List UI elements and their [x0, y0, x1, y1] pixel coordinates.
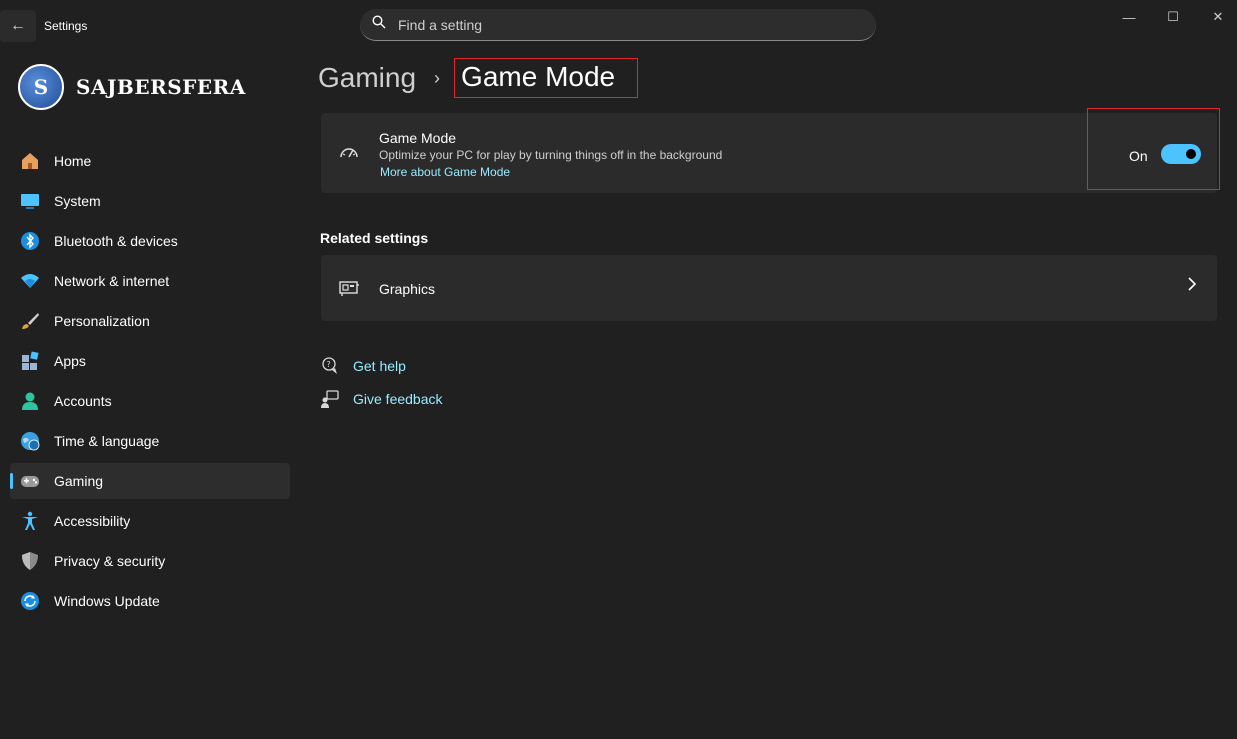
- breadcrumb: Gaming › Game Mode: [318, 58, 639, 98]
- game-mode-title: Game Mode: [379, 130, 457, 146]
- sidebar-item-network[interactable]: Network & internet: [10, 263, 290, 299]
- accounts-icon: [20, 391, 40, 411]
- sidebar-item-accounts[interactable]: Accounts: [10, 383, 290, 419]
- sidebar-nav: Home System Bluetooth & devices Network …: [10, 143, 290, 623]
- sidebar-item-label: Personalization: [54, 313, 150, 329]
- sidebar-item-label: Home: [54, 153, 92, 169]
- give-feedback-row[interactable]: Give feedback: [320, 389, 443, 409]
- toggle-knob: [1186, 149, 1196, 159]
- sidebar-item-label: Gaming: [54, 473, 104, 489]
- feedback-icon: [320, 389, 340, 409]
- system-icon: [20, 191, 40, 211]
- sidebar-item-accessibility[interactable]: Accessibility: [10, 503, 290, 539]
- sidebar-item-system[interactable]: System: [10, 183, 290, 219]
- sidebar-item-label: Apps: [54, 353, 86, 369]
- apps-icon: [20, 351, 40, 371]
- close-icon: ✕: [1212, 9, 1224, 24]
- search-icon: [372, 15, 386, 34]
- svg-text:?: ?: [327, 360, 331, 369]
- help-chat-icon: ?: [320, 356, 340, 376]
- game-mode-toggle[interactable]: [1161, 144, 1201, 164]
- logo-badge-icon: S: [18, 64, 64, 110]
- sidebar-item-bluetooth[interactable]: Bluetooth & devices: [10, 223, 290, 259]
- app-title: Settings: [44, 19, 88, 33]
- graphics-label: Graphics: [379, 281, 436, 297]
- sajbersfera-logo: S SAJBERSFERA: [18, 64, 246, 110]
- sidebar-item-label: Bluetooth & devices: [54, 233, 178, 249]
- sidebar-item-label: Windows Update: [54, 593, 160, 609]
- page-title: Game Mode: [454, 58, 639, 98]
- sidebar-item-apps[interactable]: Apps: [10, 343, 290, 379]
- minimize-button[interactable]: —: [1106, 6, 1152, 28]
- sidebar-item-personalization[interactable]: Personalization: [10, 303, 290, 339]
- toggle-state-label: On: [1129, 148, 1148, 164]
- sidebar-item-windows-update[interactable]: Windows Update: [10, 583, 290, 619]
- give-feedback-link[interactable]: Give feedback: [353, 391, 443, 407]
- sidebar-item-label: Privacy & security: [54, 553, 166, 569]
- get-help-row[interactable]: ? Get help: [320, 356, 406, 376]
- home-icon: [20, 151, 40, 171]
- globe-icon: [20, 431, 40, 451]
- search-input[interactable]: [398, 16, 798, 33]
- sidebar-item-label: System: [54, 193, 101, 209]
- game-mode-card: Game Mode Optimize your PC for play by t…: [321, 113, 1217, 193]
- game-mode-gauge-icon: [337, 141, 361, 165]
- graphics-card-icon: [337, 276, 361, 300]
- brush-icon: [20, 311, 40, 331]
- minimize-icon: —: [1122, 9, 1136, 25]
- update-icon: [20, 591, 40, 611]
- chevron-right-icon: [1187, 277, 1197, 296]
- more-about-game-mode-link[interactable]: More about Game Mode: [380, 165, 510, 179]
- accessibility-icon: [20, 511, 40, 531]
- maximize-icon: ☐: [1167, 9, 1179, 24]
- back-arrow-icon: ←: [10, 17, 26, 34]
- chevron-right-icon: ›: [434, 67, 441, 88]
- logo-text: SAJBERSFERA: [76, 75, 246, 99]
- sidebar-item-time-language[interactable]: Time & language: [10, 423, 290, 459]
- sidebar-item-label: Time & language: [54, 433, 160, 449]
- close-button[interactable]: ✕: [1195, 6, 1237, 28]
- wifi-icon: [20, 271, 40, 291]
- sidebar-item-gaming[interactable]: Gaming: [10, 463, 290, 499]
- game-mode-description: Optimize your PC for play by turning thi…: [379, 148, 723, 162]
- sidebar-item-privacy-security[interactable]: Privacy & security: [10, 543, 290, 579]
- back-button[interactable]: ←: [0, 10, 36, 42]
- maximize-button[interactable]: ☐: [1150, 6, 1196, 28]
- related-settings-heading: Related settings: [320, 230, 429, 246]
- shield-icon: [20, 551, 40, 571]
- get-help-link[interactable]: Get help: [353, 358, 406, 374]
- breadcrumb-parent[interactable]: Gaming: [318, 62, 416, 94]
- sidebar-item-label: Accounts: [54, 393, 112, 409]
- toggle-highlight: On: [1087, 108, 1220, 190]
- sidebar-item-label: Accessibility: [54, 513, 131, 529]
- settings-window: ← Settings — ☐ ✕ S SAJBERSFERA Home S: [0, 0, 1237, 739]
- search-box[interactable]: [360, 9, 876, 41]
- bluetooth-icon: [20, 231, 40, 251]
- sidebar-item-label: Network & internet: [54, 273, 170, 289]
- graphics-card[interactable]: Graphics: [321, 255, 1217, 321]
- sidebar-item-home[interactable]: Home: [10, 143, 290, 179]
- gamepad-icon: [20, 471, 40, 491]
